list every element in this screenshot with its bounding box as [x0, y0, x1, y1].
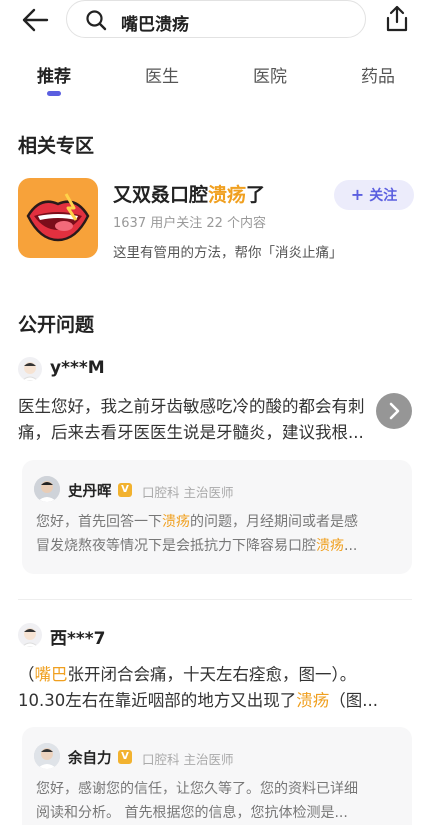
doctor-name: 史丹晖 — [68, 484, 112, 500]
question-line: 医生您好，我之前牙齿敏感吃冷的酸的都会有刺 — [18, 397, 365, 416]
user-avatar[interactable] — [18, 357, 42, 381]
tab-medicines[interactable]: 药品 — [361, 62, 395, 87]
chevron-right-icon — [389, 402, 400, 420]
answer-line: 您好，感谢您的信任，让您久等了。您的资料已详细 — [36, 781, 358, 797]
back-arrow-icon[interactable] — [20, 6, 50, 34]
question-fragment: 张开闭合会痛，十天左右痊愈，图一）。 — [67, 665, 357, 684]
answer-line: 冒发烧熬夜等情况下是会抵抗力下降容易口腔溃疡... — [36, 534, 402, 558]
search-icon — [86, 10, 107, 31]
zone-title-prefix: 又双叒口腔 — [113, 184, 209, 206]
search-query-text: 嘴巴溃疡 — [121, 15, 189, 35]
question-line: 痛，后来去看牙医医生说是牙髓炎，建议我根... — [18, 423, 364, 442]
follow-label: 关注 — [369, 188, 398, 204]
doctor-department: 口腔科 主治医师 — [142, 752, 234, 767]
user-avatar[interactable] — [18, 623, 42, 647]
share-icon[interactable] — [382, 4, 412, 34]
tab-recommend[interactable]: 推荐 — [37, 62, 71, 87]
question-text[interactable]: 医生您好，我之前牙齿敏感吃冷的酸的都会有刺 痛，后来去看牙医医生说是牙髓炎，建议… — [18, 394, 413, 446]
public-questions-heading: 公开问题 — [18, 314, 95, 336]
answer-text: 您好，感谢您的信任，让您久等了。您的资料已详细 阅读和分析。 首先根据您的信息，… — [36, 777, 402, 825]
zone-description: 这里有管用的方法，帮你「消炎止痛」 — [113, 245, 343, 261]
question-user-name: 西***7 — [50, 629, 106, 649]
doctor-avatar — [34, 476, 60, 502]
zone-title-highlight: 溃疡 — [208, 184, 247, 206]
active-tab-indicator — [47, 91, 61, 96]
tab-bar: 推荐 医生 医院 药品 — [0, 62, 430, 102]
question-text[interactable]: （嘴巴张开闭合会痛，十天左右痊愈，图一）。 10.30左右在靠近咽部的地方又出现… — [18, 662, 413, 714]
user-avatar-icon — [21, 628, 39, 647]
question-fragment: （图... — [329, 691, 378, 710]
question-line: （嘴巴张开闭合会痛，十天左右痊愈，图一）。 — [18, 662, 413, 688]
tab-doctors[interactable]: 医生 — [145, 62, 179, 87]
plus-icon: + — [350, 185, 365, 204]
answer-fragment: ... — [344, 538, 358, 554]
answer-line: 阅读和分析。 首先根据您的信息，您抗体检测是... — [36, 805, 348, 821]
question-highlight: 嘴巴 — [34, 665, 68, 684]
zone-title-suffix: 了 — [246, 184, 266, 206]
verified-badge-icon: V — [118, 483, 132, 497]
doctor-avatar-icon — [34, 476, 60, 502]
answer-highlight: 溃疡 — [162, 514, 190, 530]
zone-stats: 1637 用户关注 22 个内容 — [113, 216, 267, 231]
doctor-avatar-icon — [34, 743, 60, 769]
top-bar: 嘴巴溃疡 — [0, 0, 430, 40]
tab-hospitals[interactable]: 医院 — [253, 62, 287, 87]
mouth-icon — [26, 193, 90, 242]
follow-button[interactable]: + 关注 — [334, 180, 414, 210]
answer-fragment: 冒发烧熬夜等情况下是会抵抗力下降容易口腔 — [36, 538, 316, 554]
search-box[interactable]: 嘴巴溃疡 — [66, 0, 366, 38]
doctor-answer-card[interactable]: 史丹晖 V 口腔科 主治医师 您好，首先回答一下溃疡的问题，月经期间或者是感 冒… — [22, 460, 412, 574]
answer-fragment: 您好，首先回答一下 — [36, 514, 162, 530]
question-fragment: 10.30左右在靠近咽部的地方又出现了 — [18, 691, 297, 710]
zone-title[interactable]: 又双叒口腔溃疡了 — [113, 180, 265, 207]
answer-line: 您好，首先回答一下溃疡的问题，月经期间或者是感 — [36, 510, 402, 534]
user-avatar-icon — [21, 362, 39, 381]
doctor-avatar — [34, 743, 60, 769]
related-zone-heading: 相关专区 — [18, 135, 95, 157]
question-fragment: （ — [18, 665, 35, 684]
divider — [18, 599, 412, 600]
answer-fragment: 的问题，月经期间或者是感 — [190, 514, 358, 530]
answer-highlight: 溃疡 — [316, 538, 344, 554]
question-line: 10.30左右在靠近咽部的地方又出现了溃疡（图... — [18, 688, 413, 714]
mouth-ulcer-zone-icon[interactable] — [18, 178, 98, 258]
question-highlight: 溃疡 — [296, 691, 330, 710]
doctor-department: 口腔科 主治医师 — [142, 485, 234, 500]
next-button[interactable] — [376, 393, 412, 429]
doctor-answer-card[interactable]: 余自力 V 口腔科 主治医师 您好，感谢您的信任，让您久等了。您的资料已详细 阅… — [22, 727, 412, 825]
answer-text: 您好，首先回答一下溃疡的问题，月经期间或者是感 冒发烧熬夜等情况下是会抵抗力下降… — [36, 510, 402, 558]
question-user-name: y***M — [50, 358, 105, 378]
doctor-name: 余自力 — [68, 751, 112, 767]
verified-badge-icon: V — [118, 750, 132, 764]
